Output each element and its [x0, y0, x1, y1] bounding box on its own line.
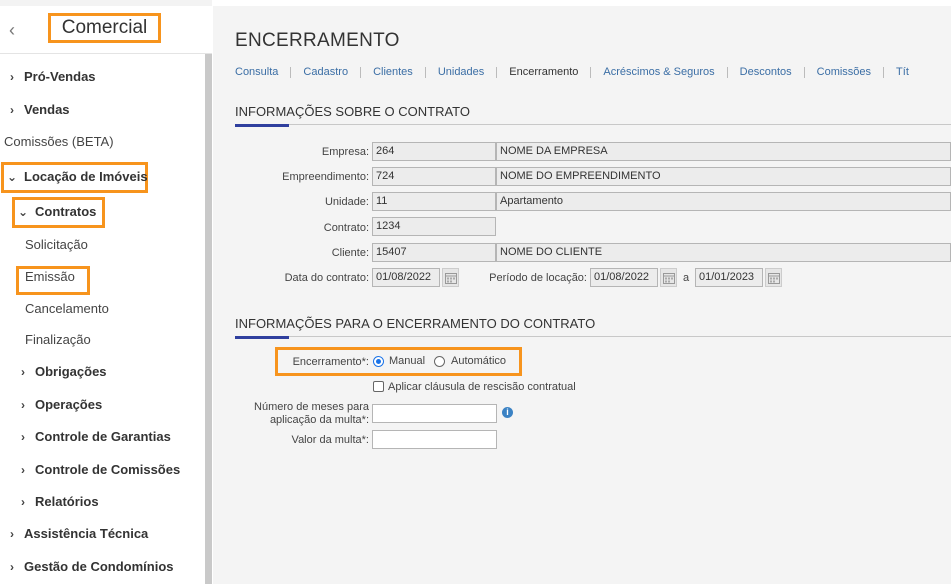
unidade-label: Unidade: [324, 196, 369, 208]
section-accent [235, 336, 289, 339]
sidebar-item-label: Gestão de Condomínios [24, 559, 174, 574]
back-chevron-icon[interactable]: ‹ [9, 20, 23, 40]
empresa-name-field[interactable]: NOME DA EMPRESA [496, 142, 951, 161]
tab-acrescimos-seguros[interactable]: Acréscimos & Seguros [591, 67, 728, 78]
tab-bar: Consulta Cadastro Clientes Unidades Encerram… [235, 66, 921, 80]
radio-manual-label[interactable]: Manual [389, 355, 425, 367]
empreendimento-name-field[interactable]: NOME DO EMPREENDIMENTO [496, 167, 951, 186]
sidebar-item-label: Vendas [24, 102, 70, 117]
data-contrato-label: Data do contrato: [284, 272, 369, 284]
rescisao-checkbox[interactable] [373, 381, 384, 392]
empreendimento-label: Empreendimento: [282, 171, 369, 183]
sidebar-item-label: Cancelamento [25, 301, 109, 316]
section-accent [235, 124, 289, 127]
cliente-label: Cliente: [331, 247, 369, 259]
sidebar: ‹ Comercial › Pró-Vendas › Vendas Comiss… [0, 0, 212, 584]
sidebar-item-label: Finalização [25, 332, 91, 347]
periodo-separator: a [682, 272, 690, 284]
empresa-label: Empresa: [321, 146, 369, 158]
sidebar-item-label: Emissão [25, 269, 75, 284]
sidebar-header: ‹ Comercial [0, 6, 212, 54]
chevron-right-icon: › [21, 398, 25, 412]
meses-label-line2: aplicação da multa*: [269, 414, 369, 426]
chevron-right-icon: › [10, 560, 14, 574]
calendar-icon[interactable] [660, 268, 677, 287]
tab-consulta[interactable]: Consulta [235, 67, 292, 78]
section-divider [235, 336, 951, 337]
sidebar-item-label: Assistência Técnica [24, 526, 149, 541]
sidebar-item-label: Contratos [35, 204, 97, 219]
tab-unidades[interactable]: Unidades [426, 67, 498, 78]
page-title: ENCERRAMENTO [235, 30, 400, 51]
calendar-icon[interactable] [442, 268, 459, 287]
periodo-fim-field[interactable]: 01/01/2023 [695, 268, 763, 287]
meses-label-line1: Número de meses para [254, 401, 369, 413]
chevron-right-icon: › [10, 527, 14, 541]
chevron-right-icon: › [10, 70, 14, 84]
cliente-code-field[interactable]: 15407 [372, 243, 496, 262]
section-title-closing: INFORMAÇÕES PARA O ENCERRAMENTO DO CONTR… [235, 316, 596, 331]
periodo-label: Período de locação: [489, 272, 587, 284]
empresa-code-field[interactable]: 264 [372, 142, 496, 161]
main-content: ENCERRAMENTO Consulta Cadastro Clientes Uni… [213, 0, 951, 584]
sidebar-item-label: Operações [35, 397, 103, 412]
chevron-right-icon: › [21, 463, 25, 477]
tab-descontos[interactable]: Descontos [728, 67, 805, 78]
sidebar-item-label: Locação de Imóveis [24, 169, 148, 184]
rescisao-checkbox-label[interactable]: Aplicar cláusula de rescisão contratual [388, 381, 576, 393]
radio-automatico-label[interactable]: Automático [451, 355, 506, 367]
sidebar-title: Comercial [48, 13, 161, 43]
data-contrato-field[interactable]: 01/08/2022 [372, 268, 440, 287]
radio-automatico[interactable] [434, 356, 445, 367]
chevron-right-icon: › [21, 430, 25, 444]
sidebar-item-label: Relatórios [35, 494, 99, 509]
sidebar-item-label: Controle de Garantias [35, 429, 171, 444]
tab-encerramento[interactable]: Encerramento [497, 67, 592, 78]
unidade-code-field[interactable]: 11 [372, 192, 496, 211]
tab-cadastro[interactable]: Cadastro [291, 67, 362, 78]
contrato-label: Contrato: [323, 222, 369, 234]
contrato-field[interactable]: 1234 [372, 217, 496, 236]
tab-comissoes[interactable]: Comissões [805, 67, 885, 78]
periodo-inicio-field[interactable]: 01/08/2022 [590, 268, 658, 287]
sidebar-item-label: Pró-Vendas [24, 69, 96, 84]
chevron-right-icon: › [21, 365, 25, 379]
chevron-down-icon: ⌄ [6, 170, 18, 184]
sidebar-scrollbar[interactable] [205, 54, 212, 584]
sidebar-item-label: Solicitação [25, 237, 88, 252]
meses-multa-input[interactable] [372, 404, 497, 423]
calendar-icon[interactable] [765, 268, 782, 287]
encerramento-label: Encerramento*: [292, 356, 369, 368]
info-icon[interactable]: i [502, 407, 513, 418]
empreendimento-code-field[interactable]: 724 [372, 167, 496, 186]
sidebar-item-label: Controle de Comissões [35, 462, 181, 477]
top-bar [213, 0, 951, 6]
chevron-down-icon: ⌄ [17, 205, 29, 219]
tab-clientes[interactable]: Clientes [361, 67, 426, 78]
section-divider [235, 124, 951, 125]
chevron-right-icon: › [21, 495, 25, 509]
cliente-name-field[interactable]: NOME DO CLIENTE [496, 243, 951, 262]
chevron-right-icon: › [10, 103, 14, 117]
radio-manual[interactable] [373, 356, 384, 367]
unidade-name-field[interactable]: Apartamento [496, 192, 951, 211]
tab-titulos[interactable]: Tít [884, 67, 921, 78]
sidebar-item-label: Comissões (BETA) [4, 134, 114, 149]
section-title-contract: INFORMAÇÕES SOBRE O CONTRATO [235, 104, 470, 119]
valor-multa-input[interactable] [372, 430, 497, 449]
valor-multa-label: Valor da multa*: [291, 434, 369, 446]
sidebar-item-label: Obrigações [35, 364, 107, 379]
